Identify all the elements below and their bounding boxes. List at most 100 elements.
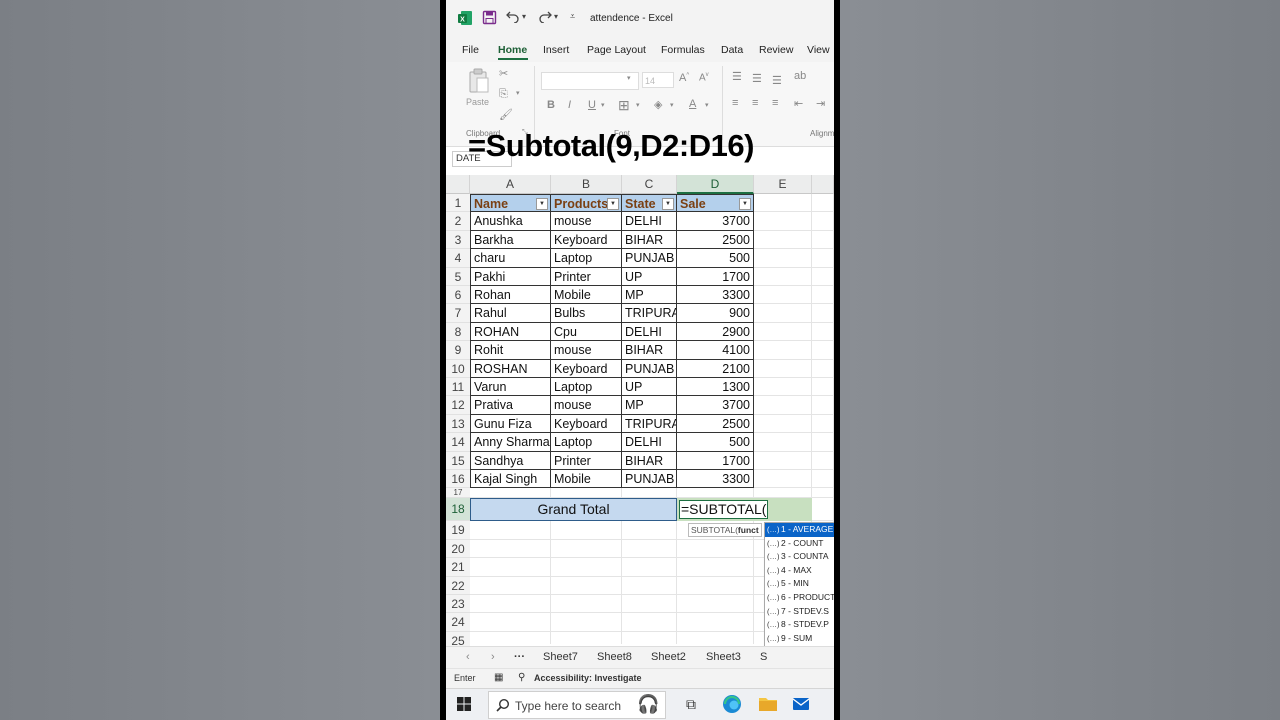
table-cell[interactable]: 2900	[677, 322, 754, 342]
table-cell[interactable]: DELHI	[622, 322, 677, 342]
formula-entry[interactable]: =SUBTOTAL(	[679, 500, 769, 519]
row-header[interactable]: 15	[446, 451, 470, 470]
tab-data[interactable]: Data	[721, 44, 743, 56]
table-cell[interactable]: Mobile	[551, 286, 622, 305]
row-header[interactable]: 17	[446, 488, 470, 499]
taskbar-search-box[interactable]: Type here to search 🎧	[488, 691, 666, 719]
fill-color-dropdown-icon[interactable]: ▾	[670, 101, 674, 109]
filter-dropdown-icon[interactable]: ▼	[607, 198, 619, 210]
cut-icon[interactable]: ✂	[499, 67, 508, 80]
prev-sheet-icon[interactable]: ‹	[466, 651, 470, 663]
task-view-icon[interactable]: ⧉	[686, 696, 696, 713]
row-header[interactable]: 20	[446, 539, 470, 559]
customize-toolbar-icon[interactable]: ⩡	[570, 11, 575, 22]
accessibility-status[interactable]: Accessibility: Investigate	[534, 673, 642, 683]
table-cell[interactable]: 3300	[677, 286, 754, 305]
row-header[interactable]: 23	[446, 595, 470, 614]
format-painter-icon[interactable]: 🖌	[499, 108, 513, 121]
column-header-a[interactable]: A	[470, 175, 551, 194]
underline-dropdown-icon[interactable]: ▾	[601, 101, 605, 109]
active-cell-d18[interactable]: =SUBTOTAL(	[677, 498, 812, 521]
row-header[interactable]: 5	[446, 267, 470, 286]
table-cell[interactable]: 3300	[677, 470, 754, 489]
font-name-dropdown-icon[interactable]: ▾	[627, 74, 631, 82]
function-option[interactable]: (…) 8 - STDEV.P	[765, 618, 834, 632]
font-color-icon[interactable]: A	[689, 98, 696, 110]
sheet-tab[interactable]: Sheet3	[706, 651, 741, 663]
borders-icon[interactable]: ⊞	[618, 97, 630, 114]
table-cell[interactable]: 4100	[677, 341, 754, 360]
filter-dropdown-icon[interactable]: ▼	[536, 198, 548, 210]
table-cell[interactable]: PUNJAB	[622, 359, 677, 378]
align-right-icon[interactable]: ≡	[772, 97, 778, 109]
table-cell[interactable]: Mobile	[551, 470, 622, 489]
table-header-cell[interactable]: Products ▼	[551, 194, 622, 213]
column-header-f[interactable]	[812, 175, 834, 194]
function-option[interactable]: (…) 2 - COUNT	[765, 537, 834, 551]
table-cell[interactable]: Laptop	[551, 433, 622, 452]
worksheet-grid[interactable]: A B C D E 1 2 3 4 5 6 7 8 9 10 11 12 13 14 15 16 17 18 19 2…	[446, 171, 834, 690]
table-cell[interactable]: MP	[622, 286, 677, 305]
table-cell[interactable]: ROHAN	[470, 322, 551, 342]
row-header[interactable]: 18	[446, 498, 470, 522]
font-size-combo[interactable]: 14	[642, 72, 674, 88]
table-cell[interactable]: 500	[677, 433, 754, 452]
table-cell[interactable]: DELHI	[622, 212, 677, 231]
fill-color-icon[interactable]: ◈	[654, 98, 662, 111]
table-cell[interactable]: Sandhya	[470, 451, 551, 470]
align-middle-icon[interactable]: ☰	[752, 72, 762, 85]
table-cell[interactable]: 1700	[677, 267, 754, 286]
filter-dropdown-icon[interactable]: ▼	[739, 198, 751, 210]
paste-icon[interactable]	[468, 68, 490, 97]
table-cell[interactable]: Rohan	[470, 286, 551, 305]
table-cell[interactable]: TRIPURA	[622, 414, 677, 434]
row-header[interactable]: 21	[446, 558, 470, 577]
align-top-icon[interactable]: ☰	[732, 70, 742, 83]
table-cell[interactable]: MP	[622, 396, 677, 415]
increase-indent-icon[interactable]: ⇥	[816, 97, 825, 110]
tab-view[interactable]: View	[807, 44, 830, 56]
row-header[interactable]: 10	[446, 359, 470, 378]
redo-dropdown-icon[interactable]: ▾	[554, 12, 558, 21]
row-header[interactable]: 16	[446, 470, 470, 489]
table-cell[interactable]: 2500	[677, 414, 754, 434]
align-center-icon[interactable]: ≡	[752, 97, 758, 109]
table-cell[interactable]: 900	[677, 304, 754, 323]
function-option[interactable]: (…) 3 - COUNTA	[765, 550, 834, 564]
table-cell[interactable]: DELHI	[622, 433, 677, 452]
table-cell[interactable]: Gunu Fiza	[470, 414, 551, 434]
row-header[interactable]: 1	[446, 194, 470, 213]
font-color-dropdown-icon[interactable]: ▾	[705, 101, 709, 109]
edge-browser-icon[interactable]	[722, 694, 742, 719]
table-cell[interactable]: Keyboard	[551, 359, 622, 378]
table-cell[interactable]: Barkha	[470, 230, 551, 250]
table-cell[interactable]: 3700	[677, 396, 754, 415]
font-name-combo[interactable]	[541, 72, 639, 90]
row-header[interactable]: 8	[446, 322, 470, 342]
table-cell[interactable]: 3700	[677, 212, 754, 231]
row-header[interactable]: 9	[446, 341, 470, 360]
table-cell[interactable]: UP	[622, 267, 677, 286]
table-cell[interactable]: 2100	[677, 359, 754, 378]
table-cell[interactable]: Laptop	[551, 249, 622, 268]
table-cell[interactable]: BIHAR	[622, 451, 677, 470]
table-cell[interactable]: mouse	[551, 341, 622, 360]
table-cell[interactable]: Prativa	[470, 396, 551, 415]
table-cell[interactable]: BIHAR	[622, 230, 677, 250]
sheet-tab[interactable]: Sheet2	[651, 651, 686, 663]
filter-dropdown-icon[interactable]: ▼	[662, 198, 674, 210]
decrease-indent-icon[interactable]: ⇤	[794, 97, 803, 110]
row-header[interactable]: 3	[446, 230, 470, 250]
table-cell[interactable]: Printer	[551, 267, 622, 286]
row-header[interactable]: 22	[446, 576, 470, 595]
sheet-tab[interactable]: Sheet7	[543, 651, 578, 663]
table-cell[interactable]: mouse	[551, 396, 622, 415]
sheet-tab[interactable]: Sheet8	[597, 651, 632, 663]
macro-record-icon[interactable]: ▦	[494, 672, 503, 683]
row-header[interactable]: 13	[446, 414, 470, 434]
italic-icon[interactable]: I	[568, 99, 571, 111]
table-cell[interactable]: Rahul	[470, 304, 551, 323]
table-cell[interactable]: 1300	[677, 378, 754, 397]
column-header-c[interactable]: C	[622, 175, 677, 194]
table-cell[interactable]: Keyboard	[551, 414, 622, 434]
